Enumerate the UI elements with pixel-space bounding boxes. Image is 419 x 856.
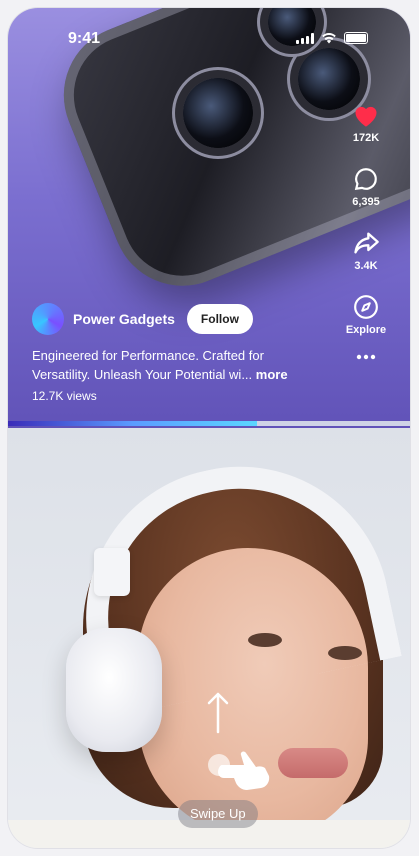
wifi-icon — [322, 32, 336, 44]
post-caption: Engineered for Performance. Crafted for … — [32, 346, 322, 384]
hand-swipe-icon — [218, 751, 270, 790]
action-rail: 172K 6,395 3.4K Explore — [336, 102, 396, 382]
comment-icon — [354, 168, 377, 191]
signal-icon — [296, 32, 314, 44]
comment-button[interactable]: 6,395 — [336, 166, 396, 208]
status-time: 9:41 — [68, 30, 101, 47]
phone-frame: 9:41 172K 6,395 3.4K Explore Power Gadge… — [8, 8, 410, 848]
explore-icon — [354, 295, 378, 319]
share-icon — [354, 232, 379, 254]
channel-row: Power Gadgets Follow — [32, 303, 253, 335]
follow-button[interactable]: Follow — [186, 304, 253, 334]
like-button[interactable]: 172K — [336, 102, 396, 144]
explore-button[interactable]: Explore — [336, 294, 396, 336]
lips-image — [278, 748, 348, 778]
share-button[interactable]: 3.4K — [336, 230, 396, 272]
headphone-cup-image — [66, 628, 162, 752]
comment-count: 6,395 — [352, 196, 380, 208]
heart-icon — [355, 106, 377, 127]
status-bar: 9:41 — [8, 8, 410, 52]
share-count: 3.4K — [354, 260, 378, 272]
swipe-up-hint: Swipe Up — [178, 800, 258, 828]
camera-lens-image — [298, 48, 360, 110]
channel-avatar[interactable] — [32, 303, 64, 335]
explore-label: Explore — [345, 324, 387, 336]
arrow-up-icon — [207, 692, 229, 734]
video-post-next[interactable]: Swipe Up — [8, 428, 410, 848]
video-post-current[interactable]: 9:41 172K 6,395 3.4K Explore Power Gadge… — [8, 8, 410, 428]
view-count: 12.7K views — [32, 389, 97, 403]
video-progress-fill — [8, 421, 258, 426]
camera-lens-image — [183, 78, 253, 148]
caption-more-link[interactable]: more — [256, 367, 288, 382]
video-progress-bar[interactable] — [8, 421, 410, 426]
like-count: 172K — [352, 132, 380, 144]
channel-name[interactable]: Power Gadgets — [73, 311, 175, 327]
caption-text: Engineered for Performance. Crafted for … — [32, 348, 264, 382]
more-options-button[interactable] — [336, 354, 396, 360]
battery-icon — [344, 32, 368, 44]
more-icon — [356, 354, 376, 360]
headphone-slider-image — [94, 548, 130, 596]
